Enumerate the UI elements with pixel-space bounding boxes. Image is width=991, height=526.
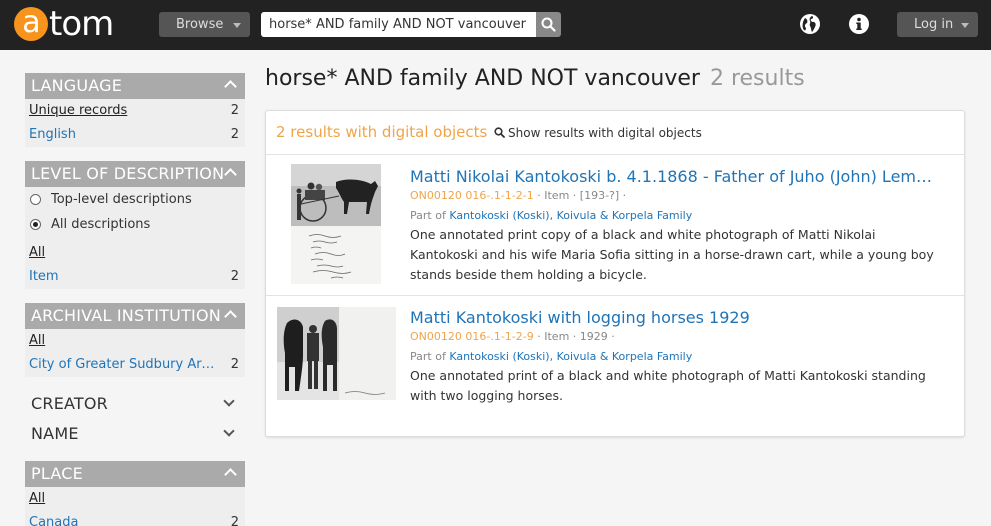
radio-button-selected[interactable] [30,219,41,230]
result-title-link[interactable]: Matti Kantokoski with logging horses 192… [410,308,934,327]
show-digital-objects-link[interactable]: Show results with digital objects [494,126,702,140]
chevron-down-icon [223,395,235,407]
facet-item-all[interactable]: All [25,487,245,511]
result-part-of: Part of Kantokoski (Koski), Koivula & Ko… [410,350,693,363]
level-of-description: Item [544,330,570,343]
chevron-up-icon [224,80,237,93]
chevron-down-icon [223,425,235,437]
facet-count: 2 [230,103,239,118]
result-item: Matti Kantokoski with logging horses 192… [266,295,964,415]
facet-item-all[interactable]: All [25,241,245,265]
chevron-up-icon [224,168,237,181]
result-thumbnail[interactable] [277,307,396,400]
radio-button[interactable] [30,194,41,205]
result-description: One annotated print copy of a black and … [410,227,934,282]
chevron-up-icon [224,468,237,481]
search-icon [541,17,556,32]
level-of-description: Item [544,189,570,202]
caret-down-icon [961,23,969,28]
facet-institution-header[interactable]: ARCHIVAL INSTITUTION [25,303,245,329]
login-label: Log in [914,17,954,32]
result-meta: ON00120 016-.1-1-2-9 · Item · 1929 · [410,330,615,343]
facet-count: 2 [230,269,239,284]
facet-place: PLACE All Canada 2 [25,461,245,526]
query-text: horse* AND family AND NOT vancouver [265,66,700,91]
facet-count: 2 [230,357,239,372]
radio-top-level[interactable]: Top-level descriptions [25,187,245,212]
part-of-link[interactable]: Kantokoski (Koski), Koivula & Korpela Fa… [449,209,692,222]
result-title-link[interactable]: Matti Nikolai Kantokoski b. 4.1.1868 - F… [410,167,934,186]
browse-label: Browse [176,17,224,32]
digital-objects-bar: 2 results with digital objects Show resu… [266,111,964,155]
result-part-of: Part of Kantokoski (Koski), Koivula & Ko… [410,209,693,222]
facet-name-header[interactable]: NAME [25,420,245,448]
digital-objects-count: 2 results with digital objects [276,123,488,141]
facet-item-english[interactable]: English 2 [25,123,245,147]
atom-logo[interactable]: a tom [14,4,114,44]
facet-language: LANGUAGE Unique records 2 English 2 [25,73,245,147]
photo-logging-horses-image [277,307,396,400]
facet-item-unique-records[interactable]: Unique records 2 [25,99,245,123]
reference-code: ON00120 016-.1-1-2-9 [410,330,534,343]
search-icon [494,127,505,138]
results-count: 2 results [709,66,805,91]
globe-icon[interactable] [799,13,821,35]
facet-language-header[interactable]: LANGUAGE [25,73,245,99]
top-navbar: a tom Browse horse* AND family AND NOT va… [0,0,991,50]
result-date: 1929 [579,330,608,343]
results-panel: 2 results with digital objects Show resu… [265,110,965,437]
info-icon[interactable] [848,13,870,35]
search-button[interactable] [536,12,561,37]
photo-horse-cart-image [291,164,381,284]
facet-archival-institution: ARCHIVAL INSTITUTION All City of Greater… [25,303,245,377]
caret-down-icon [233,23,241,28]
login-button[interactable]: Log in [897,12,978,37]
radio-all-descriptions[interactable]: All descriptions [25,212,245,237]
facet-item-sudbury-archives[interactable]: City of Greater Sudbury Arch… 2 [25,353,245,377]
chevron-up-icon [224,310,237,323]
result-date: [193-?] [579,189,620,202]
facet-level-header[interactable]: LEVEL OF DESCRIPTION [25,161,245,187]
facet-level-of-description: LEVEL OF DESCRIPTION Top-level descripti… [25,161,245,289]
facet-item-canada[interactable]: Canada 2 [25,511,245,526]
facet-item-item[interactable]: Item 2 [25,265,245,289]
facet-creator-header[interactable]: CREATOR [25,390,245,418]
browse-menu-button[interactable]: Browse [159,12,250,37]
result-meta: ON00120 016-.1-1-2-1 · Item · [193-?] · [410,189,627,202]
facet-count: 2 [230,127,239,142]
search-input[interactable]: horse* AND family AND NOT vancouver [261,12,536,37]
facet-count: 2 [230,515,239,526]
reference-code: ON00120 016-.1-1-2-1 [410,189,534,202]
result-thumbnail[interactable] [291,164,381,284]
result-item: Matti Nikolai Kantokoski b. 4.1.1868 - F… [266,155,964,295]
page-title: horse* AND family AND NOT vancouver 2 res… [265,66,805,91]
result-description: One annotated print of a black and white… [410,368,926,403]
facet-item-all[interactable]: All [25,329,245,353]
facet-place-header[interactable]: PLACE [25,461,245,487]
part-of-link[interactable]: Kantokoski (Koski), Koivula & Korpela Fa… [449,350,692,363]
